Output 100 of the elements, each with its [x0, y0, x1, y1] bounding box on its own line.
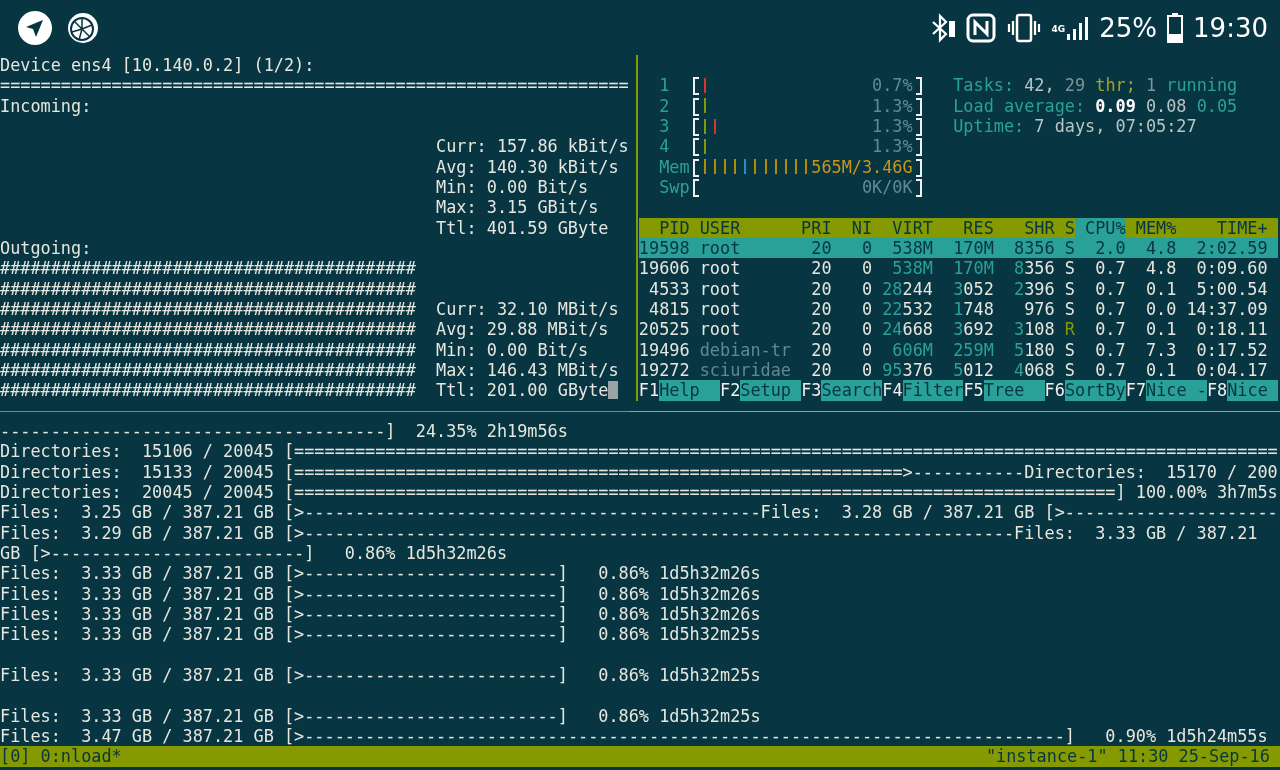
- section-title: Outgoing:: [0, 237, 93, 259]
- table-cell-text: 7.3: [1144, 339, 1177, 360]
- window-label[interactable]: [0] 0:nload*: [0, 746, 122, 767]
- process-row[interactable]: 19272 sciuridae 20 0 95376 5012 4068 S 0.7 0.1 0:04.17: [638, 359, 1278, 381]
- meter-label: 2: [659, 95, 671, 116]
- traffic-graph-line: #########################################: [0, 278, 417, 299]
- column-header[interactable]: S: [1054, 217, 1075, 238]
- table-cell-text: 20: [810, 258, 832, 279]
- table-cell-text: 0.0: [1144, 298, 1177, 320]
- table-cell-text: 20: [810, 319, 832, 340]
- table-cell-text: 0.7: [1094, 339, 1126, 360]
- table-cell: 20525: [638, 319, 690, 340]
- table-cell-text: 4815: [648, 298, 690, 320]
- table-cell-text: 3108: [1013, 319, 1055, 340]
- column-header[interactable]: USER: [689, 217, 791, 238]
- process-row[interactable]: 20525 root 20 0 24668 3692 3108 R 0.7 0.1 0:18.11: [638, 319, 1278, 340]
- terminal-line: Files: 3.33 GB / 387.21 GB [>-------------------------] 0.86% 1d5h32m25s: [0, 624, 762, 645]
- table-cell: 19272: [638, 359, 690, 381]
- terminal-line: Directories: 15133 / 20045 [============================================================>-----------Directories: 15170 / 200: [0, 461, 1279, 482]
- traffic-graph-line: #########################################: [0, 380, 417, 401]
- table-cell-text: root: [698, 319, 742, 340]
- terminal-line: Files: 3.33 GB / 387.21 GB [>-------------------------] 0.86% 1d5h32m25s: [0, 705, 762, 726]
- table-cell-text: 2.0: [1094, 237, 1126, 259]
- terminal-line: --------------------------------------] 24.35% 2h19m56s: [0, 420, 569, 442]
- column-header[interactable]: RES: [932, 217, 994, 238]
- terminal-line: Files: 3.33 GB / 387.21 GB [>-------------------------] 0.86% 1d5h32m26s: [0, 603, 762, 625]
- process-row[interactable]: 19606 root 20 0 538M 170M 8356 S 0.7 4.8 0:09.60: [638, 258, 1278, 279]
- table-cell-text: 95376: [881, 359, 933, 381]
- process-row[interactable]: 4533 root 20 0 28244 3052 2396 S 0.7 0.1 5:00.54: [638, 278, 1278, 299]
- stat-line: Ttl: 201.00 GByte: [436, 380, 609, 401]
- process-row[interactable]: 19496 debian-tr 20 0 606M 259M 5180 S 0.7 7.3 0:17.52: [638, 339, 1278, 360]
- stat-line: Ttl: 401.59 GByte: [436, 217, 609, 238]
- table-cell-text: 20: [810, 298, 832, 320]
- meter-label: 4: [659, 136, 671, 157]
- column-header[interactable]: SHR: [993, 217, 1055, 238]
- terminal-line: Directories: 20045 / 20045 [=================================================================================] 100.00% 3h7m5s: [0, 481, 1279, 503]
- citrus-slice-icon[interactable]: [67, 11, 99, 44]
- meter-reading: 1.3%: [872, 136, 913, 157]
- table-cell-text: 0.7: [1094, 298, 1126, 320]
- terminal-line: Files: 3.25 GB / 387.21 GB [>---------------------------------------------Files: 3.28 GB / 387.21 GB [>---------------------: [0, 502, 1279, 523]
- table-cell: 19598: [638, 237, 690, 259]
- table-cell-text: 0: [860, 278, 873, 299]
- stat-line: Curr: 157.86 kBit/s: [436, 136, 629, 157]
- column-header[interactable]: MEM%: [1125, 217, 1177, 238]
- device-title: Device ens4 [10.140.0.2] (1/2):: [0, 55, 316, 76]
- column-header[interactable]: PRI: [790, 217, 832, 238]
- table-cell-text: sciuridae: [698, 359, 791, 381]
- table-cell-text: 259M: [952, 339, 994, 360]
- nfc-icon: [965, 12, 996, 43]
- table-cell-text: 0:04.17: [1195, 359, 1268, 381]
- table-cell-text: S: [1063, 278, 1075, 299]
- meter-reading: 1.3%: [872, 95, 913, 116]
- process-row[interactable]: 4815 root 20 0 22532 1748 976 S 0.7 0.0 14:37.09: [638, 298, 1278, 320]
- stat-line: Min: 0.00 Bit/s: [436, 176, 589, 198]
- terminal-line: Files: 3.29 GB / 387.21 GB [>----------------------------------------------------------------------Files: 3.33 GB / 387.21: [0, 522, 1259, 543]
- terminal-line: Files: 3.33 GB / 387.21 GB [>-------------------------] 0.86% 1d5h32m26s: [0, 583, 762, 604]
- table-cell-text: 20: [810, 278, 832, 299]
- process-row[interactable]: 19598 root 20 0 538M 170M 8356 S 2.0 4.8 2:02.59: [638, 237, 1278, 259]
- column-header[interactable]: PID: [638, 217, 690, 238]
- summary-line: Load average: 0.09 0.08 0.05: [953, 95, 1238, 116]
- meter-reading: 0K/0K: [861, 176, 913, 198]
- table-cell-text: 0:17.52: [1195, 339, 1268, 360]
- meter-label: 1: [659, 75, 671, 96]
- separator-line: ==============================================================: [0, 75, 629, 96]
- stat-line: Max: 3.15 GBit/s: [436, 197, 599, 218]
- table-cell-text: 0.7: [1094, 278, 1126, 299]
- table-cell-text: 2:02.59: [1195, 237, 1268, 259]
- stat-line: Avg: 29.88 MBit/s: [436, 319, 609, 340]
- column-header[interactable]: TIME+: [1176, 217, 1268, 238]
- column-header[interactable]: CPU%: [1074, 217, 1126, 238]
- traffic-graph-line: #########################################: [0, 339, 417, 360]
- table-cell-text: 20: [810, 339, 832, 360]
- table-cell-text: 0: [860, 298, 873, 320]
- stat-line: Min: 0.00 Bit/s: [436, 339, 589, 360]
- table-cell-text: 538M: [891, 237, 933, 259]
- terminal-line: Files: 3.47 GB / 387.21 GB [>---------------------------------------------------------------------------] 0.90% 1d5h24m55s: [0, 725, 1269, 747]
- traffic-graph-line: #########################################: [0, 298, 417, 320]
- column-header[interactable]: NI: [831, 217, 873, 238]
- table-cell-text: 0.1: [1144, 319, 1177, 340]
- table-cell-text: 20: [810, 359, 832, 381]
- table-cell: 19606: [638, 258, 690, 279]
- table-cell-text: root: [698, 298, 742, 320]
- traffic-graph-line: #########################################: [0, 359, 417, 381]
- terminal-line: GB [>-------------------------] 0.86% 1d5h32m26s: [0, 542, 509, 564]
- send-icon[interactable]: [17, 9, 53, 46]
- table-cell-text: 8356: [1013, 237, 1055, 259]
- table-cell-text: 606M: [891, 339, 933, 360]
- table-cell-text: 170M: [952, 237, 994, 259]
- column-header[interactable]: VIRT: [872, 217, 933, 238]
- meter-label: Swp: [659, 176, 690, 198]
- table-cell-text: 170M: [952, 258, 994, 279]
- table-cell-text: S: [1063, 237, 1075, 259]
- table-cell-text: 28244: [881, 278, 933, 299]
- table-cell-text: 1748: [952, 298, 994, 320]
- table-cell-text: root: [698, 258, 742, 279]
- terminal-line: Files: 3.33 GB / 387.21 GB [>-------------------------] 0.86% 1d5h32m25s: [0, 664, 762, 686]
- table-cell-text: 20: [810, 237, 832, 259]
- table-cell-text: 3052: [952, 278, 994, 299]
- table-cell-text: debian-tr: [698, 339, 791, 360]
- table-cell-text: 0: [860, 237, 873, 259]
